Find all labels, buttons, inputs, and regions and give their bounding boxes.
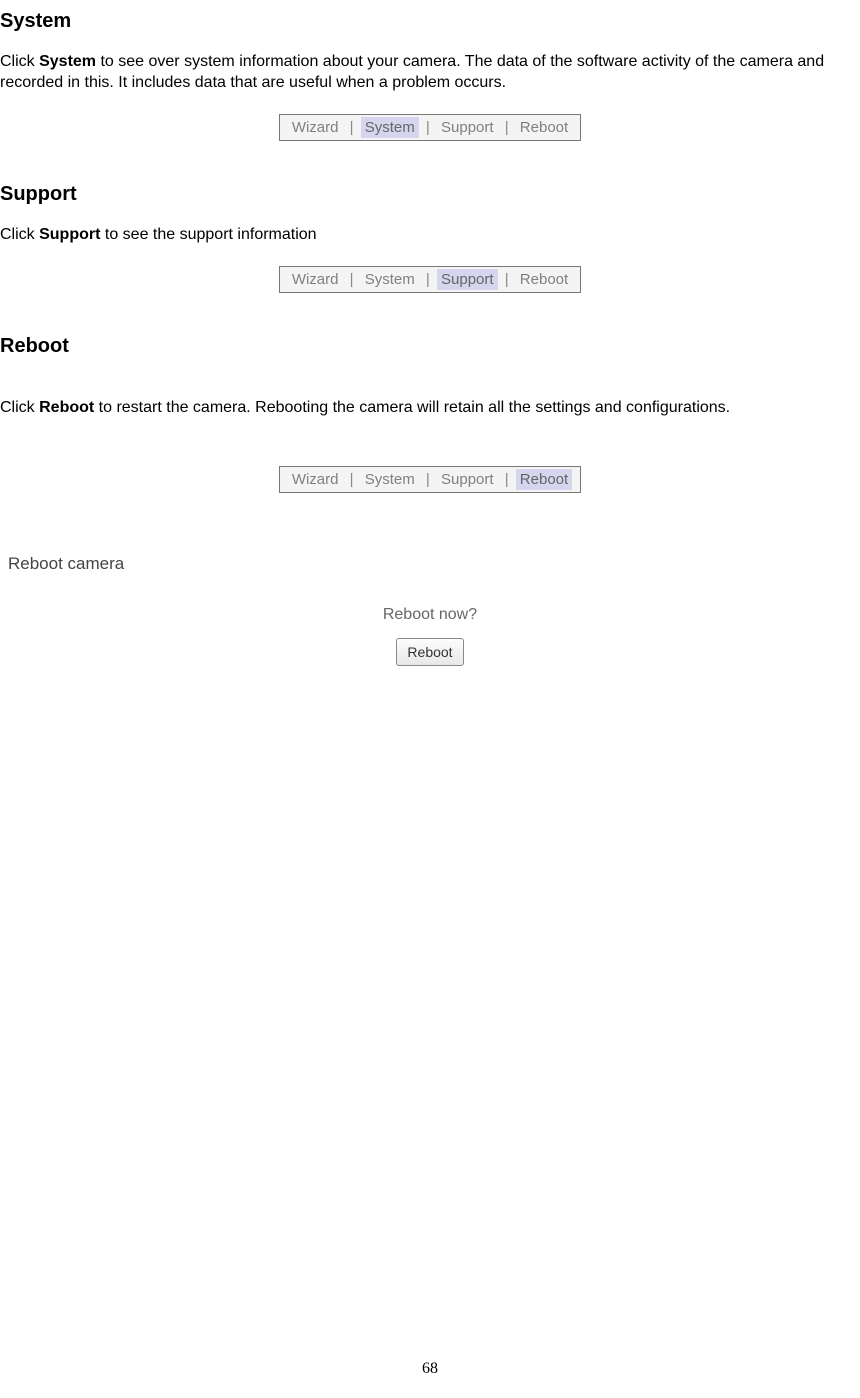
tabs-image-support: Wizard | System | Support | Reboot	[0, 266, 860, 294]
text: Click	[0, 399, 39, 416]
separator-icon: |	[423, 119, 433, 136]
tab-system[interactable]: System	[361, 117, 419, 138]
heading-system: System	[0, 8, 860, 34]
tab-wizard[interactable]: Wizard	[288, 469, 343, 490]
tab-wizard[interactable]: Wizard	[288, 117, 343, 138]
text: to see the support information	[100, 226, 316, 243]
tabs-image-reboot: Wizard | System | Support | Reboot	[0, 466, 860, 494]
tab-support[interactable]: Support	[437, 117, 498, 138]
text: to see over system information about you…	[0, 53, 824, 91]
tab-system[interactable]: System	[361, 469, 419, 490]
separator-icon: |	[423, 471, 433, 488]
separator-icon: |	[347, 119, 357, 136]
heading-support: Support	[0, 181, 860, 207]
text: Click	[0, 53, 39, 70]
tab-system[interactable]: System	[361, 269, 419, 290]
separator-icon: |	[347, 271, 357, 288]
para-reboot: Click Reboot to restart the camera. Rebo…	[0, 398, 860, 419]
para-support: Click Support to see the support informa…	[0, 225, 860, 246]
tab-wizard[interactable]: Wizard	[288, 269, 343, 290]
tab-support[interactable]: Support	[437, 269, 498, 290]
tab-reboot[interactable]: Reboot	[516, 469, 572, 490]
page-number: 68	[0, 1359, 860, 1380]
heading-reboot: Reboot	[0, 333, 860, 359]
reboot-question: Reboot now?	[0, 605, 860, 626]
bold-system: System	[39, 53, 96, 70]
separator-icon: |	[347, 471, 357, 488]
reboot-panel-title: Reboot camera	[8, 553, 860, 575]
tab-support[interactable]: Support	[437, 469, 498, 490]
separator-icon: |	[502, 271, 512, 288]
separator-icon: |	[502, 119, 512, 136]
separator-icon: |	[423, 271, 433, 288]
reboot-button[interactable]: Reboot	[396, 638, 463, 666]
tabs-image-system: Wizard | System | Support | Reboot	[0, 114, 860, 142]
bold-support: Support	[39, 226, 100, 243]
text: to restart the camera. Rebooting the cam…	[94, 399, 730, 416]
bold-reboot: Reboot	[39, 399, 94, 416]
separator-icon: |	[502, 471, 512, 488]
para-system: Click System to see over system informat…	[0, 52, 860, 94]
text: Click	[0, 226, 39, 243]
tab-reboot[interactable]: Reboot	[516, 269, 572, 290]
tab-reboot[interactable]: Reboot	[516, 117, 572, 138]
